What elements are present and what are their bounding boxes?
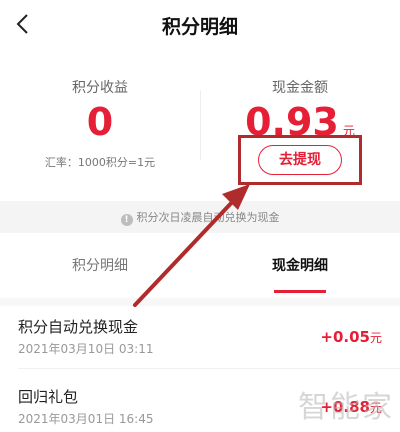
page-title: 积分明细 <box>161 16 238 38</box>
record-date: 2021年03月01日 16:45 <box>18 412 154 426</box>
exchange-rate-text: 汇率：1000积分=1元 <box>44 156 156 169</box>
notice-bar: ! 积分次日凌晨自动兑换为现金 <box>0 201 400 233</box>
record-title: 回归礼包 <box>18 388 79 406</box>
watermark-logo: 智能家 <box>288 368 398 428</box>
list-item[interactable]: 积分自动兑换现金 2021年03月10日 03:11 +0.05元 <box>0 316 400 376</box>
header-bar: 积分明细 <box>0 0 400 50</box>
tab-cash-detail[interactable]: 现金明细 <box>200 255 400 275</box>
notice-text: 积分次日凌晨自动兑换为现金 <box>136 211 280 224</box>
points-value: 0 <box>86 100 114 144</box>
info-icon: ! <box>120 214 133 226</box>
record-date: 2021年03月10日 03:11 <box>18 342 154 356</box>
tab-points-detail[interactable]: 积分明细 <box>0 255 200 275</box>
points-stat: 积分收益 0 汇率：1000积分=1元 <box>0 70 200 170</box>
section-divider <box>0 298 400 306</box>
record-amount: +0.05元 <box>320 328 382 346</box>
watermark-text: 智能家 <box>298 390 394 425</box>
tab-bar: 积分明细 现金明细 <box>0 245 400 295</box>
record-title: 积分自动兑换现金 <box>18 318 139 336</box>
active-tab-indicator <box>274 290 326 293</box>
cash-label: 现金金额 <box>272 80 328 96</box>
points-label: 积分收益 <box>72 80 128 96</box>
withdraw-button[interactable]: 去提现 <box>258 145 342 175</box>
